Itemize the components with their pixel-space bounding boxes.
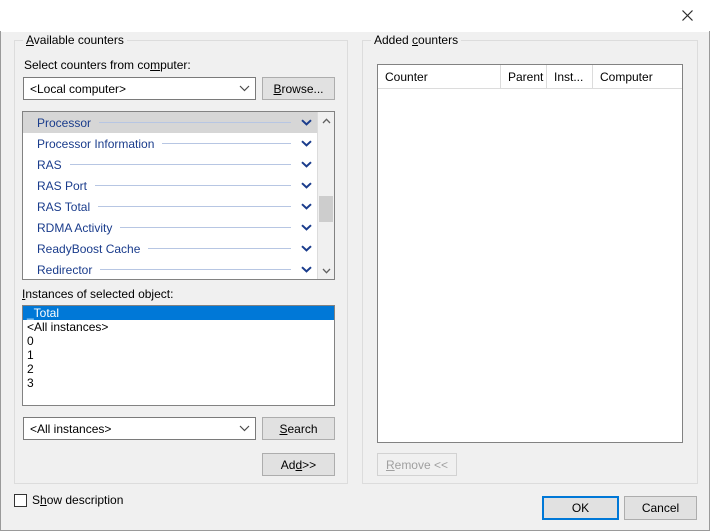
- browse-accel: B: [273, 81, 282, 96]
- added-counters-column-header[interactable]: Counter: [378, 65, 501, 88]
- scroll-up-icon[interactable]: [318, 112, 334, 129]
- add-label-pre: Ad: [280, 457, 296, 472]
- instance-filter-value: <All instances>: [30, 421, 112, 436]
- show-desc-post: ow description: [46, 493, 124, 507]
- remove-accel: R: [385, 457, 395, 472]
- close-glyph: [682, 9, 693, 21]
- show-description-label: Show description: [32, 493, 123, 507]
- counter-row[interactable]: RAS Total: [23, 196, 317, 217]
- scrollbar-thumb[interactable]: [319, 196, 333, 222]
- counter-row[interactable]: ReadyBoost Cache: [23, 238, 317, 259]
- added-counters-column-header[interactable]: Inst...: [547, 65, 593, 88]
- add-label-post: >>: [302, 457, 317, 472]
- browse-button[interactable]: Browse...: [262, 77, 335, 100]
- counter-row-label: RAS: [37, 157, 62, 172]
- cancel-button[interactable]: Cancel: [624, 496, 697, 520]
- chevron-down-icon[interactable]: [299, 245, 313, 252]
- ok-button[interactable]: OK: [542, 496, 619, 520]
- added-counters-header-row: Counter Parent Inst... Computer: [378, 65, 682, 89]
- counter-list-scrollbar[interactable]: [317, 112, 334, 279]
- available-counters-group-title: Available counters: [23, 33, 127, 47]
- counter-row-rule: [69, 164, 291, 165]
- cancel-label: Cancel: [641, 501, 680, 515]
- chevron-down-icon: [233, 85, 255, 92]
- counter-row-rule: [95, 185, 291, 186]
- counter-row-label: RDMA Activity: [37, 220, 113, 235]
- remove-button[interactable]: Remove <<: [377, 453, 457, 476]
- search-label: earch: [287, 421, 318, 436]
- add-accel: d: [295, 457, 303, 472]
- chevron-down-icon[interactable]: [299, 182, 313, 189]
- counter-row-label: RAS Total: [37, 199, 91, 214]
- show-description-checkbox[interactable]: Show description: [14, 493, 123, 507]
- instance-row[interactable]: 3: [23, 376, 334, 390]
- instance-row[interactable]: 0: [23, 334, 334, 348]
- instance-filter-combo[interactable]: <All instances>: [23, 417, 256, 440]
- added-group-post: ounters: [418, 33, 459, 47]
- search-button[interactable]: Search: [262, 417, 335, 440]
- counter-row-rule: [148, 248, 291, 249]
- counter-row-rule: [162, 143, 291, 144]
- close-icon[interactable]: [665, 0, 710, 30]
- counter-row[interactable]: RAS: [23, 154, 317, 175]
- counter-row-rule: [98, 206, 291, 207]
- chevron-down-icon[interactable]: [299, 140, 313, 147]
- computer-select-combo[interactable]: <Local computer>: [23, 77, 256, 100]
- counter-row-label: ReadyBoost Cache: [37, 241, 141, 256]
- available-group-accel: A: [26, 33, 34, 47]
- instance-row[interactable]: 1: [23, 348, 334, 362]
- select-computer-label: Select counters from computer:: [24, 58, 191, 72]
- chevron-down-icon[interactable]: [299, 119, 313, 126]
- instance-row[interactable]: 2: [23, 362, 334, 376]
- counter-row-rule: [100, 269, 291, 270]
- computer-select-value: <Local computer>: [30, 81, 127, 96]
- counter-row[interactable]: Redirector: [23, 259, 317, 279]
- counter-row-label: Processor: [37, 115, 92, 130]
- added-counters-table[interactable]: Counter Parent Inst... Computer: [377, 64, 683, 443]
- instances-label: Instances of selected object:: [22, 287, 173, 301]
- select-computer-label-accel: m: [150, 58, 161, 72]
- instance-row[interactable]: _Total: [23, 306, 334, 320]
- added-group-pre: Added: [374, 33, 413, 47]
- counter-row-rule: [120, 227, 291, 228]
- counter-row-label: Processor Information: [37, 136, 155, 151]
- counter-row[interactable]: Processor: [23, 112, 317, 133]
- chevron-down-icon[interactable]: [299, 161, 313, 168]
- available-counters-rows: Processor Processor Information RAS RAS Por…: [23, 112, 317, 279]
- window-left-border: [0, 31, 1, 531]
- ok-label: OK: [571, 501, 590, 515]
- title-bar: [0, 0, 710, 32]
- select-computer-label-part1: Select counters from co: [24, 58, 151, 72]
- counter-row[interactable]: Processor Information: [23, 133, 317, 154]
- chevron-down-icon[interactable]: [299, 224, 313, 231]
- select-computer-label-part2: puter:: [160, 58, 191, 72]
- counter-row-rule: [99, 122, 291, 123]
- available-counters-list[interactable]: Processor Processor Information RAS RAS Por…: [22, 111, 335, 280]
- added-counters-group-title: Added counters: [371, 33, 462, 47]
- scroll-down-icon[interactable]: [318, 262, 334, 279]
- chevron-down-icon[interactable]: [299, 203, 313, 210]
- browse-label: rowse...: [281, 81, 324, 96]
- instances-list[interactable]: _Total <All instances> 0 1 2 3: [22, 305, 335, 406]
- chevron-down-icon: [233, 425, 255, 432]
- show-desc-pre: S: [32, 493, 41, 507]
- added-counters-column-header[interactable]: Parent: [501, 65, 547, 88]
- instance-row[interactable]: <All instances>: [23, 320, 334, 334]
- remove-label: emove <<: [394, 457, 449, 472]
- search-accel: S: [279, 421, 288, 436]
- instances-label-text: nstances of selected object:: [25, 287, 174, 301]
- counter-row-label: Redirector: [37, 262, 93, 277]
- counter-row[interactable]: RDMA Activity: [23, 217, 317, 238]
- added-counters-body[interactable]: [378, 89, 682, 442]
- show-desc-accel: h: [40, 493, 47, 507]
- counter-row-label: RAS Port: [37, 178, 88, 193]
- added-counters-column-header[interactable]: Computer: [593, 65, 682, 88]
- add-button[interactable]: Ad d >>: [262, 453, 335, 476]
- chevron-down-icon[interactable]: [299, 266, 313, 273]
- checkbox-box: [14, 493, 27, 507]
- counter-row[interactable]: RAS Port: [23, 175, 317, 196]
